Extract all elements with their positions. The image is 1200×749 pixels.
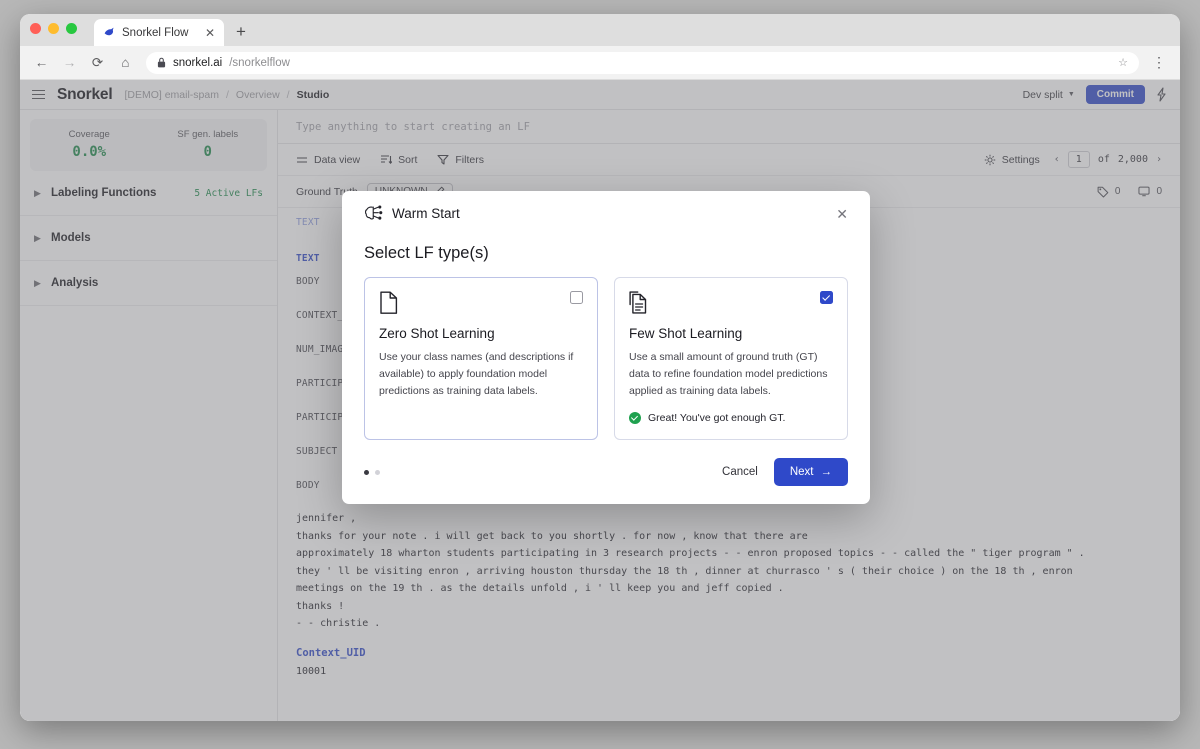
browser-tab-strip: Snorkel Flow ✕ + xyxy=(20,14,1180,46)
card-header xyxy=(629,291,833,315)
url-domain: snorkel.ai xyxy=(173,56,223,69)
close-icon[interactable]: ✕ xyxy=(205,27,215,39)
forward-icon[interactable]: → xyxy=(62,55,77,70)
next-button[interactable]: Next → xyxy=(773,458,848,486)
modal-title: Warm Start xyxy=(392,206,460,221)
lock-icon xyxy=(157,57,166,68)
close-window-button[interactable] xyxy=(30,23,41,34)
warm-start-modal: Warm Start ✕ Select LF type(s) Zero Shot… xyxy=(342,191,870,504)
card-title: Zero Shot Learning xyxy=(379,326,495,341)
card-description: Use your class names (and descriptions i… xyxy=(379,351,574,397)
snorkel-favicon xyxy=(104,27,114,36)
warm-start-brain-icon xyxy=(364,205,383,220)
step-dot-1[interactable] xyxy=(364,469,369,475)
modal-actions: Cancel Next → xyxy=(722,458,848,486)
gt-status-note: Great! You've got enough GT. xyxy=(629,412,833,424)
card-header xyxy=(379,291,583,315)
lf-type-cards: Zero Shot Learning Use your class names … xyxy=(364,277,848,440)
app-container: Snorkel [DEMO] email-spam / Overview / S… xyxy=(20,80,1180,721)
cancel-button[interactable]: Cancel xyxy=(722,466,758,478)
step-indicator xyxy=(364,469,380,475)
card-description: Use a small amount of ground truth (GT) … xyxy=(629,351,828,397)
lf-type-card-few-shot[interactable]: Few Shot Learning Use a small amount of … xyxy=(614,277,848,440)
next-button-label: Next xyxy=(789,466,814,478)
browser-window: Snorkel Flow ✕ + ← → ⟳ ⌂ snorkel.ai/snor… xyxy=(20,14,1180,721)
modal-heading: Select LF type(s) xyxy=(364,244,489,262)
step-dot-2[interactable] xyxy=(375,469,380,475)
browser-menu-icon[interactable]: ⋮ xyxy=(1152,54,1166,71)
modal-footer: Cancel Next → xyxy=(364,458,848,486)
browser-url-bar: ← → ⟳ ⌂ snorkel.ai/snorkelflow ☆ ⋮ xyxy=(20,46,1180,80)
address-bar[interactable]: snorkel.ai/snorkelflow ☆ xyxy=(146,51,1139,74)
url-path: /snorkelflow xyxy=(229,56,290,69)
back-icon[interactable]: ← xyxy=(34,55,49,70)
maximize-window-button[interactable] xyxy=(66,23,77,34)
gt-status-text: Great! You've got enough GT. xyxy=(648,412,786,424)
modal-header: Warm Start ✕ xyxy=(364,205,848,222)
minimize-window-button[interactable] xyxy=(48,23,59,34)
lf-type-card-zero-shot[interactable]: Zero Shot Learning Use your class names … xyxy=(364,277,598,440)
bookmark-icon[interactable]: ☆ xyxy=(1118,56,1128,69)
reload-icon[interactable]: ⟳ xyxy=(90,55,105,71)
browser-tab[interactable]: Snorkel Flow ✕ xyxy=(94,19,224,46)
few-shot-checkbox[interactable] xyxy=(820,291,833,304)
window-controls[interactable] xyxy=(30,23,77,34)
check-circle-icon xyxy=(629,412,641,424)
card-title: Few Shot Learning xyxy=(629,326,743,341)
single-document-icon xyxy=(380,291,398,314)
home-icon[interactable]: ⌂ xyxy=(118,55,133,70)
screen: Snorkel Flow ✕ + ← → ⟳ ⌂ snorkel.ai/snor… xyxy=(0,0,1200,749)
arrow-right-icon: → xyxy=(820,466,833,478)
zero-shot-checkbox[interactable] xyxy=(570,291,583,304)
new-tab-button[interactable]: + xyxy=(236,23,246,40)
browser-tab-title: Snorkel Flow xyxy=(122,26,189,39)
close-icon[interactable]: ✕ xyxy=(836,207,848,221)
stacked-documents-icon xyxy=(629,291,647,314)
